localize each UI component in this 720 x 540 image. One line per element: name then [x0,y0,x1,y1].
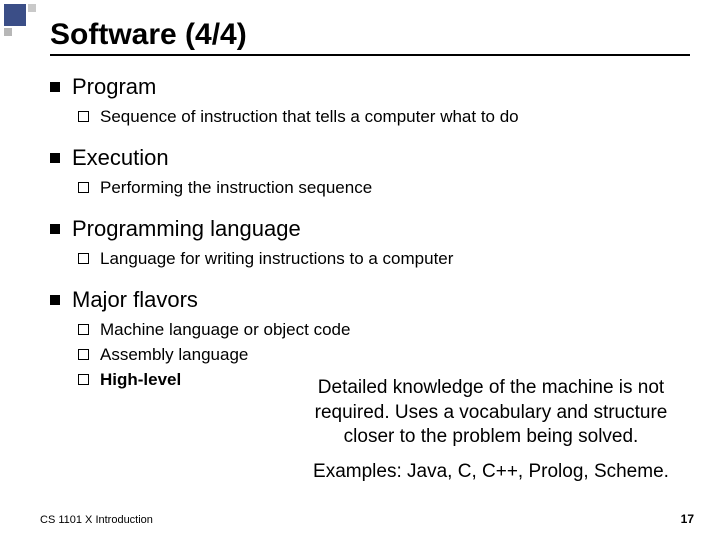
title-underline [50,54,690,56]
item-label: Major flavors [72,287,198,312]
list-item: Program Sequence of instruction that tel… [72,74,680,129]
callout-examples: Examples: Java, C, C++, Prolog, Scheme. [294,460,688,485]
sub-item: Machine language or object code [100,319,680,342]
sub-item: Assembly language [100,344,680,367]
sub-item: Sequence of instruction that tells a com… [100,106,680,129]
footer-label: CS 1101 X Introduction [40,514,153,526]
sub-item-bold: High-level [100,370,181,389]
slide-number: 17 [681,512,694,526]
bullet-list: Program Sequence of instruction that tel… [54,74,680,392]
corner-decoration [0,0,40,40]
sub-item: Performing the instruction sequence [100,177,680,200]
list-item: Execution Performing the instruction seq… [72,145,680,200]
slide-body: Software (4/4) Program Sequence of instr… [0,0,720,392]
callout-box: Detailed knowledge of the machine is not… [294,376,688,485]
callout-body: Detailed knowledge of the machine is not… [294,376,688,450]
item-label: Execution [72,145,169,170]
slide-title: Software (4/4) [50,18,680,52]
item-label: Program [72,74,156,99]
sub-item: Language for writing instructions to a c… [100,248,680,271]
list-item: Programming language Language for writin… [72,216,680,271]
item-label: Programming language [72,216,301,241]
